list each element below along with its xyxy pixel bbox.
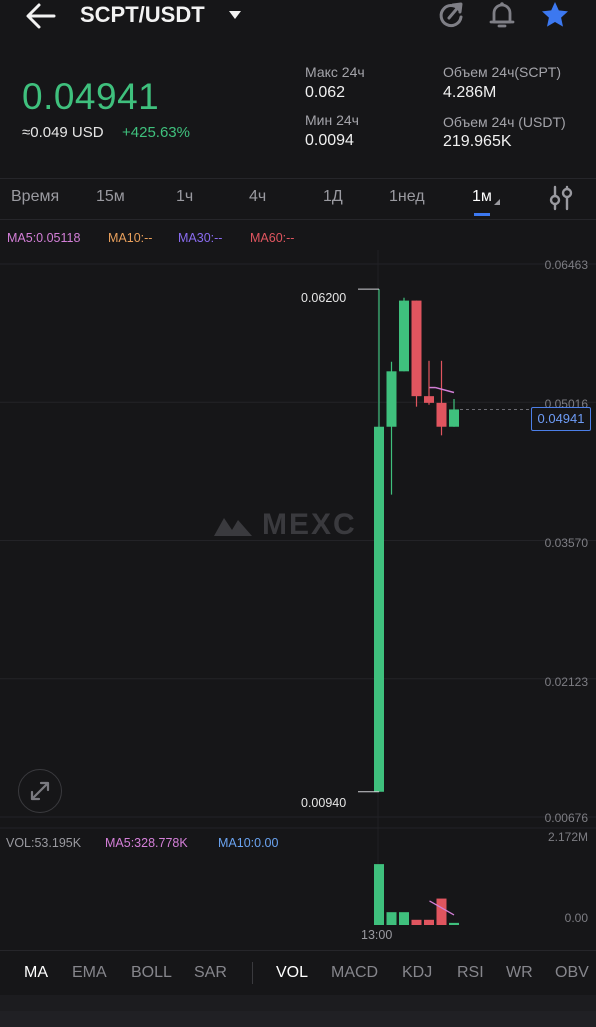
candlestick-chart[interactable]	[0, 0, 596, 950]
bottom-scroll-area[interactable]	[0, 1011, 596, 1027]
price-axis-tick: 0.00676	[544, 811, 588, 825]
price-axis-tick: 0.06463	[544, 258, 588, 272]
vol-ma10-indicator: MA10:0.00	[218, 836, 279, 850]
low-price-marker: 0.00940	[301, 796, 347, 810]
indicator-kdj[interactable]: KDJ	[402, 964, 432, 982]
indicator-rsi[interactable]: RSI	[457, 964, 484, 982]
volume-bar	[424, 919, 434, 925]
indicator-sar[interactable]: SAR	[194, 964, 227, 982]
candle-body	[424, 396, 434, 403]
volume-bar	[436, 898, 447, 925]
price-axis-tick: 0.03570	[544, 536, 588, 550]
vol-ma5-indicator: MA5:328.778K	[105, 836, 188, 850]
volume-bar	[399, 912, 409, 925]
indicator-divider	[252, 962, 253, 984]
candle-body	[436, 402, 447, 427]
indicator-obv[interactable]: OBV	[555, 964, 589, 982]
indicator-wr[interactable]: WR	[506, 964, 533, 982]
ma5-line	[435, 386, 455, 394]
candle-body	[374, 426, 384, 792]
mexc-watermark: MEXC	[212, 506, 382, 546]
candle-body	[411, 300, 422, 397]
candle-body	[399, 300, 409, 372]
volume-axis-bottom: 0.00	[564, 911, 588, 925]
indicator-vol[interactable]: VOL	[276, 964, 308, 982]
high-price-marker: 0.06200	[301, 291, 347, 305]
price-axis-tick: 0.02123	[544, 675, 588, 689]
volume-bar	[374, 864, 384, 925]
watermark-text: MEXC	[262, 508, 357, 541]
time-axis-label: 13:00	[361, 928, 393, 942]
indicator-ma[interactable]: MA	[24, 964, 48, 982]
volume-axis-top: 2.172M	[547, 830, 588, 844]
vol-indicator: VOL:53.195K	[6, 836, 82, 850]
volume-bar	[411, 919, 422, 925]
candle-body	[386, 371, 397, 427]
indicator-boll[interactable]: BOLL	[131, 964, 172, 982]
fullscreen-button[interactable]	[18, 769, 62, 813]
mexc-logo-icon	[214, 518, 252, 536]
indicator-ema[interactable]: EMA	[72, 964, 107, 982]
expand-icon	[30, 781, 50, 801]
current-price-tag[interactable]: 0.04941	[531, 407, 591, 431]
volume-bar	[449, 922, 459, 925]
candle-body	[449, 409, 459, 427]
indicator-macd[interactable]: MACD	[331, 964, 378, 982]
volume-bar	[386, 912, 397, 925]
